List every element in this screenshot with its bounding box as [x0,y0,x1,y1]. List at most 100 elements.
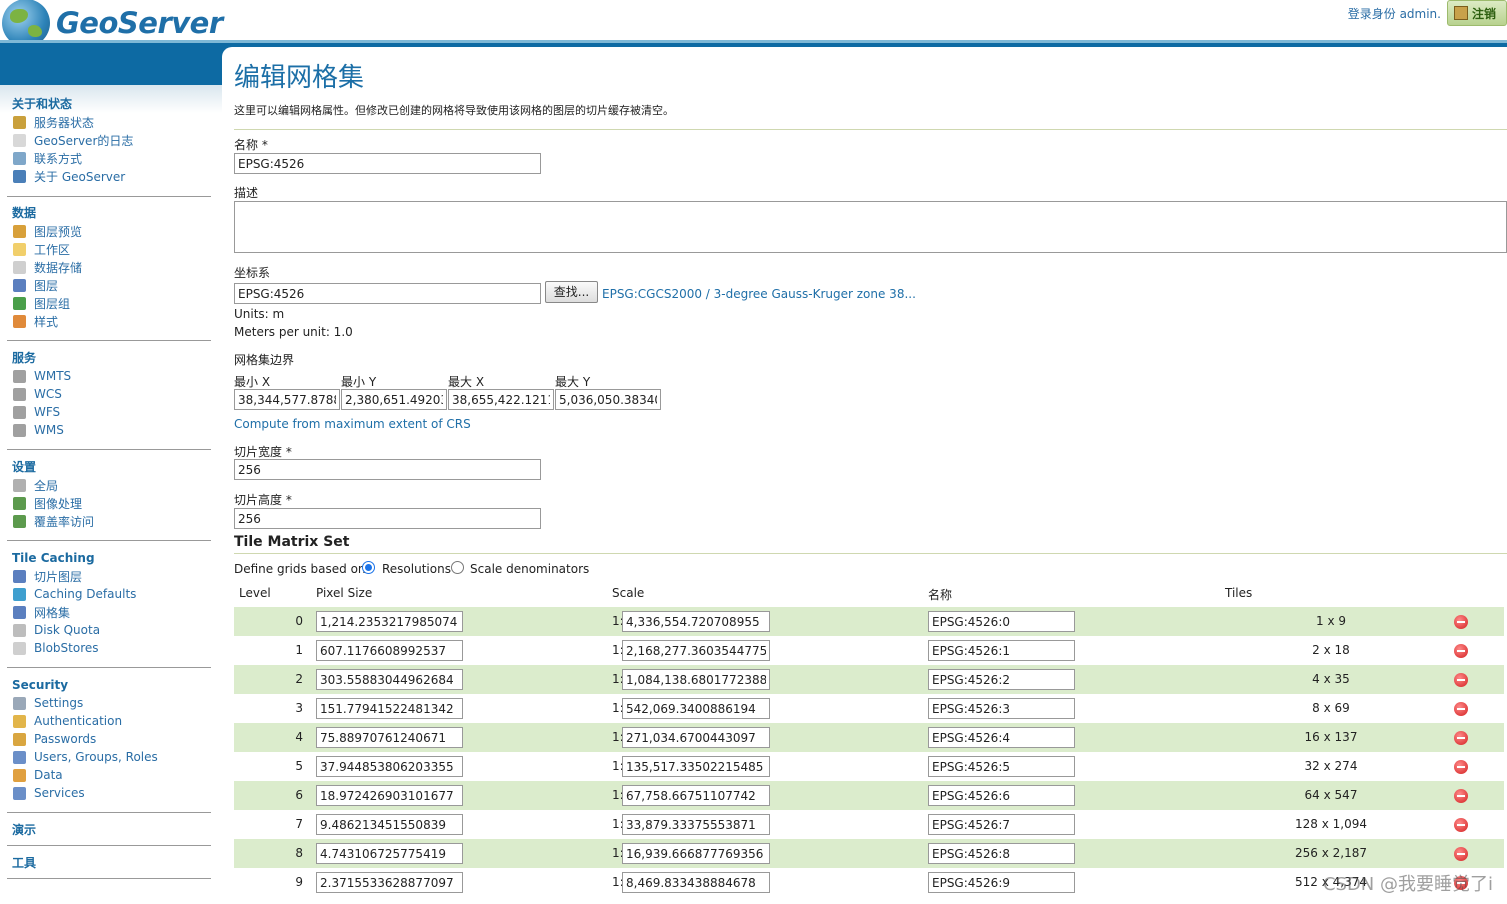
remove-row-icon[interactable] [1454,818,1468,832]
sidebar-item[interactable]: GeoServer的日志 [7,131,211,149]
crs-input[interactable] [234,283,541,304]
sidebar-section-title[interactable]: 工具 [7,854,211,872]
tiles-cell: 2 x 18 [1312,643,1350,657]
sidebar-item[interactable]: Users, Groups, Roles [7,748,211,766]
pixel-size-input[interactable] [316,640,463,661]
sidebar-section-title[interactable]: 服务 [7,349,211,367]
sidebar-item[interactable]: 图层 [7,276,211,294]
sidebar-item[interactable]: 网格集 [7,603,211,621]
grid-name-input[interactable] [928,611,1075,632]
scale-input[interactable] [622,756,770,777]
remove-row-icon[interactable] [1454,731,1468,745]
sidebar-item[interactable]: 图像处理 [7,494,211,512]
sidebar-item-label: 图像处理 [34,496,83,511]
remove-row-icon[interactable] [1454,615,1468,629]
grid-name-input[interactable] [928,843,1075,864]
scale-input[interactable] [622,727,770,748]
scale-input[interactable] [622,843,770,864]
grid-name-input[interactable] [928,727,1075,748]
sidebar-item[interactable]: 覆盖率访问 [7,512,211,530]
scale-input[interactable] [622,611,770,632]
sidebar-section-title[interactable]: 演示 [7,821,211,839]
tile-height-label: 切片高度 * [234,493,292,507]
scale-input[interactable] [622,814,770,835]
sidebar-item[interactable]: 工作区 [7,240,211,258]
sidebar-item[interactable]: 样式 [7,312,211,330]
remove-row-icon[interactable] [1454,789,1468,803]
sidebar-section-title[interactable]: Tile Caching [7,549,211,567]
grid-name-input[interactable] [928,814,1075,835]
sidebar-item[interactable]: 联系方式 [7,149,211,167]
pixel-size-input[interactable] [316,785,463,806]
pixel-size-input[interactable] [316,698,463,719]
remove-row-icon[interactable] [1454,760,1468,774]
find-crs-button[interactable]: 查找... [545,281,598,303]
grid-name-input[interactable] [928,872,1075,893]
sidebar-item-label: 覆盖率访问 [34,514,95,529]
scale-input[interactable] [622,640,770,661]
scale-input[interactable] [622,785,770,806]
logout-button[interactable]: 注销 [1446,0,1507,26]
server-status-icon [13,115,26,129]
description-label: 描述 [234,186,259,200]
tile-width-input[interactable] [234,459,541,480]
sidebar-item[interactable]: Settings [7,694,211,712]
sidebar-item[interactable]: BlobStores [7,639,211,657]
sidebar-item[interactable]: 全局 [7,476,211,494]
sidebar-item[interactable]: WMTS [7,367,211,385]
miny-input[interactable] [341,389,447,410]
pixel-size-input[interactable] [316,756,463,777]
pixel-size-input[interactable] [316,843,463,864]
name-input[interactable] [234,153,541,174]
scale-input[interactable] [622,698,770,719]
pixel-size-input[interactable] [316,872,463,893]
remove-row-icon[interactable] [1454,702,1468,716]
sidebar-item[interactable]: Disk Quota [7,621,211,639]
sidebar-item[interactable]: 图层组 [7,294,211,312]
scale-input[interactable] [622,872,770,893]
sidebar-item[interactable]: WCS [7,385,211,403]
grid-name-input[interactable] [928,785,1075,806]
sidebar-item[interactable]: WFS [7,403,211,421]
grid-name-input[interactable] [928,669,1075,690]
crs-description-link[interactable]: EPSG:CGCS2000 / 3-degree Gauss-Kruger zo… [602,287,916,301]
pixel-size-input[interactable] [316,611,463,632]
resolutions-radio[interactable] [362,561,375,574]
scale-denominators-radio[interactable] [451,561,464,574]
sidebar-item[interactable]: WMS [7,421,211,439]
pixel-size-input[interactable] [316,814,463,835]
remove-row-icon[interactable] [1454,644,1468,658]
sidebar-item-label: Users, Groups, Roles [34,750,158,764]
sidebar-item[interactable]: 服务器状态 [7,113,211,131]
data-security-icon [13,768,26,782]
sidebar-item[interactable]: 图层预览 [7,222,211,240]
sidebar-item[interactable]: Passwords [7,730,211,748]
compute-extent-link[interactable]: Compute from maximum extent of CRS [234,417,471,431]
tile-height-input[interactable] [234,508,541,529]
sidebar-item[interactable]: Authentication [7,712,211,730]
grid-name-input[interactable] [928,756,1075,777]
sidebar-item[interactable]: Data [7,766,211,784]
maxx-input[interactable] [448,389,554,410]
maxy-input[interactable] [555,389,661,410]
scale-input[interactable] [622,669,770,690]
description-input[interactable] [234,201,1507,253]
sidebar-item-label: 数据存储 [34,260,83,275]
sidebar-section-title[interactable]: 设置 [7,458,211,476]
remove-row-icon[interactable] [1454,673,1468,687]
grid-name-input[interactable] [928,698,1075,719]
sidebar-item[interactable]: 数据存储 [7,258,211,276]
sidebar-section-title[interactable]: 数据 [7,204,211,222]
remove-row-icon[interactable] [1454,847,1468,861]
sidebar-section-title[interactable]: 关于和状态 [7,95,211,113]
sidebar-item[interactable]: 切片图层 [7,567,211,585]
grid-name-input[interactable] [928,640,1075,661]
minx-input[interactable] [234,389,340,410]
sidebar-section-title[interactable]: Security [7,676,211,694]
grid-row: 41:16 x 137 [234,723,1504,752]
sidebar-item[interactable]: Caching Defaults [7,585,211,603]
sidebar-item[interactable]: Services [7,784,211,802]
pixel-size-input[interactable] [316,669,463,690]
pixel-size-input[interactable] [316,727,463,748]
sidebar-item[interactable]: 关于 GeoServer [7,167,211,185]
